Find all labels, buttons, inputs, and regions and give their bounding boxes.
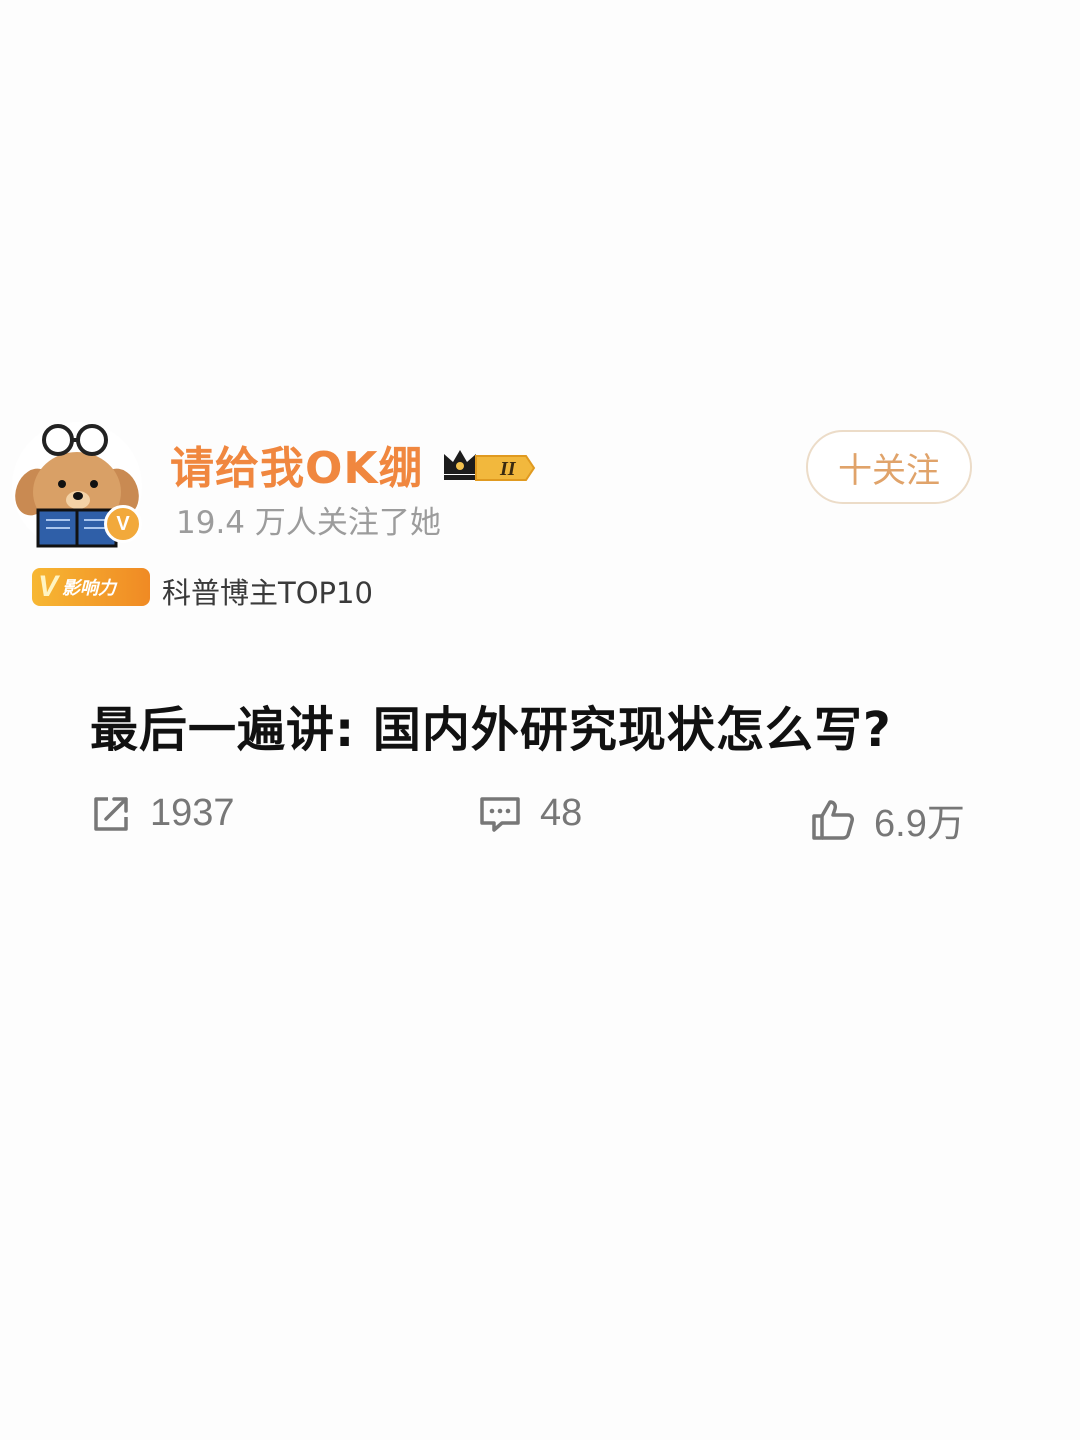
rank-label[interactable]: 科普博主TOP10 bbox=[162, 570, 373, 612]
username[interactable]: 请给我OK绷 bbox=[170, 432, 424, 496]
share-icon bbox=[94, 796, 128, 831]
influence-v-icon: V bbox=[38, 570, 59, 603]
share-count: 1937 bbox=[150, 792, 235, 834]
like-icon bbox=[812, 799, 854, 840]
crown-icon bbox=[444, 450, 476, 480]
influence-badge: V 影响力 bbox=[32, 568, 150, 606]
like-count: 6.9万 bbox=[874, 803, 965, 845]
follow-button[interactable]: 十关注 bbox=[806, 430, 972, 504]
comment-button[interactable]: 48 bbox=[478, 792, 582, 835]
verified-badge-icon: V bbox=[104, 505, 142, 543]
level-badge-text: II bbox=[499, 458, 517, 480]
share-button[interactable]: 1937 bbox=[90, 792, 235, 835]
follower-count: 19.4 万人关注了她 bbox=[176, 505, 441, 541]
like-button[interactable]: 6.9万 bbox=[810, 792, 965, 847]
post-title[interactable]: 最后一遍讲: 国内外研究现状怎么写? bbox=[90, 690, 892, 760]
comment-icon bbox=[480, 796, 520, 832]
crown-level-badge: II bbox=[444, 450, 536, 481]
comment-count: 48 bbox=[540, 792, 583, 834]
influence-badge-text: 影响力 bbox=[62, 578, 117, 599]
